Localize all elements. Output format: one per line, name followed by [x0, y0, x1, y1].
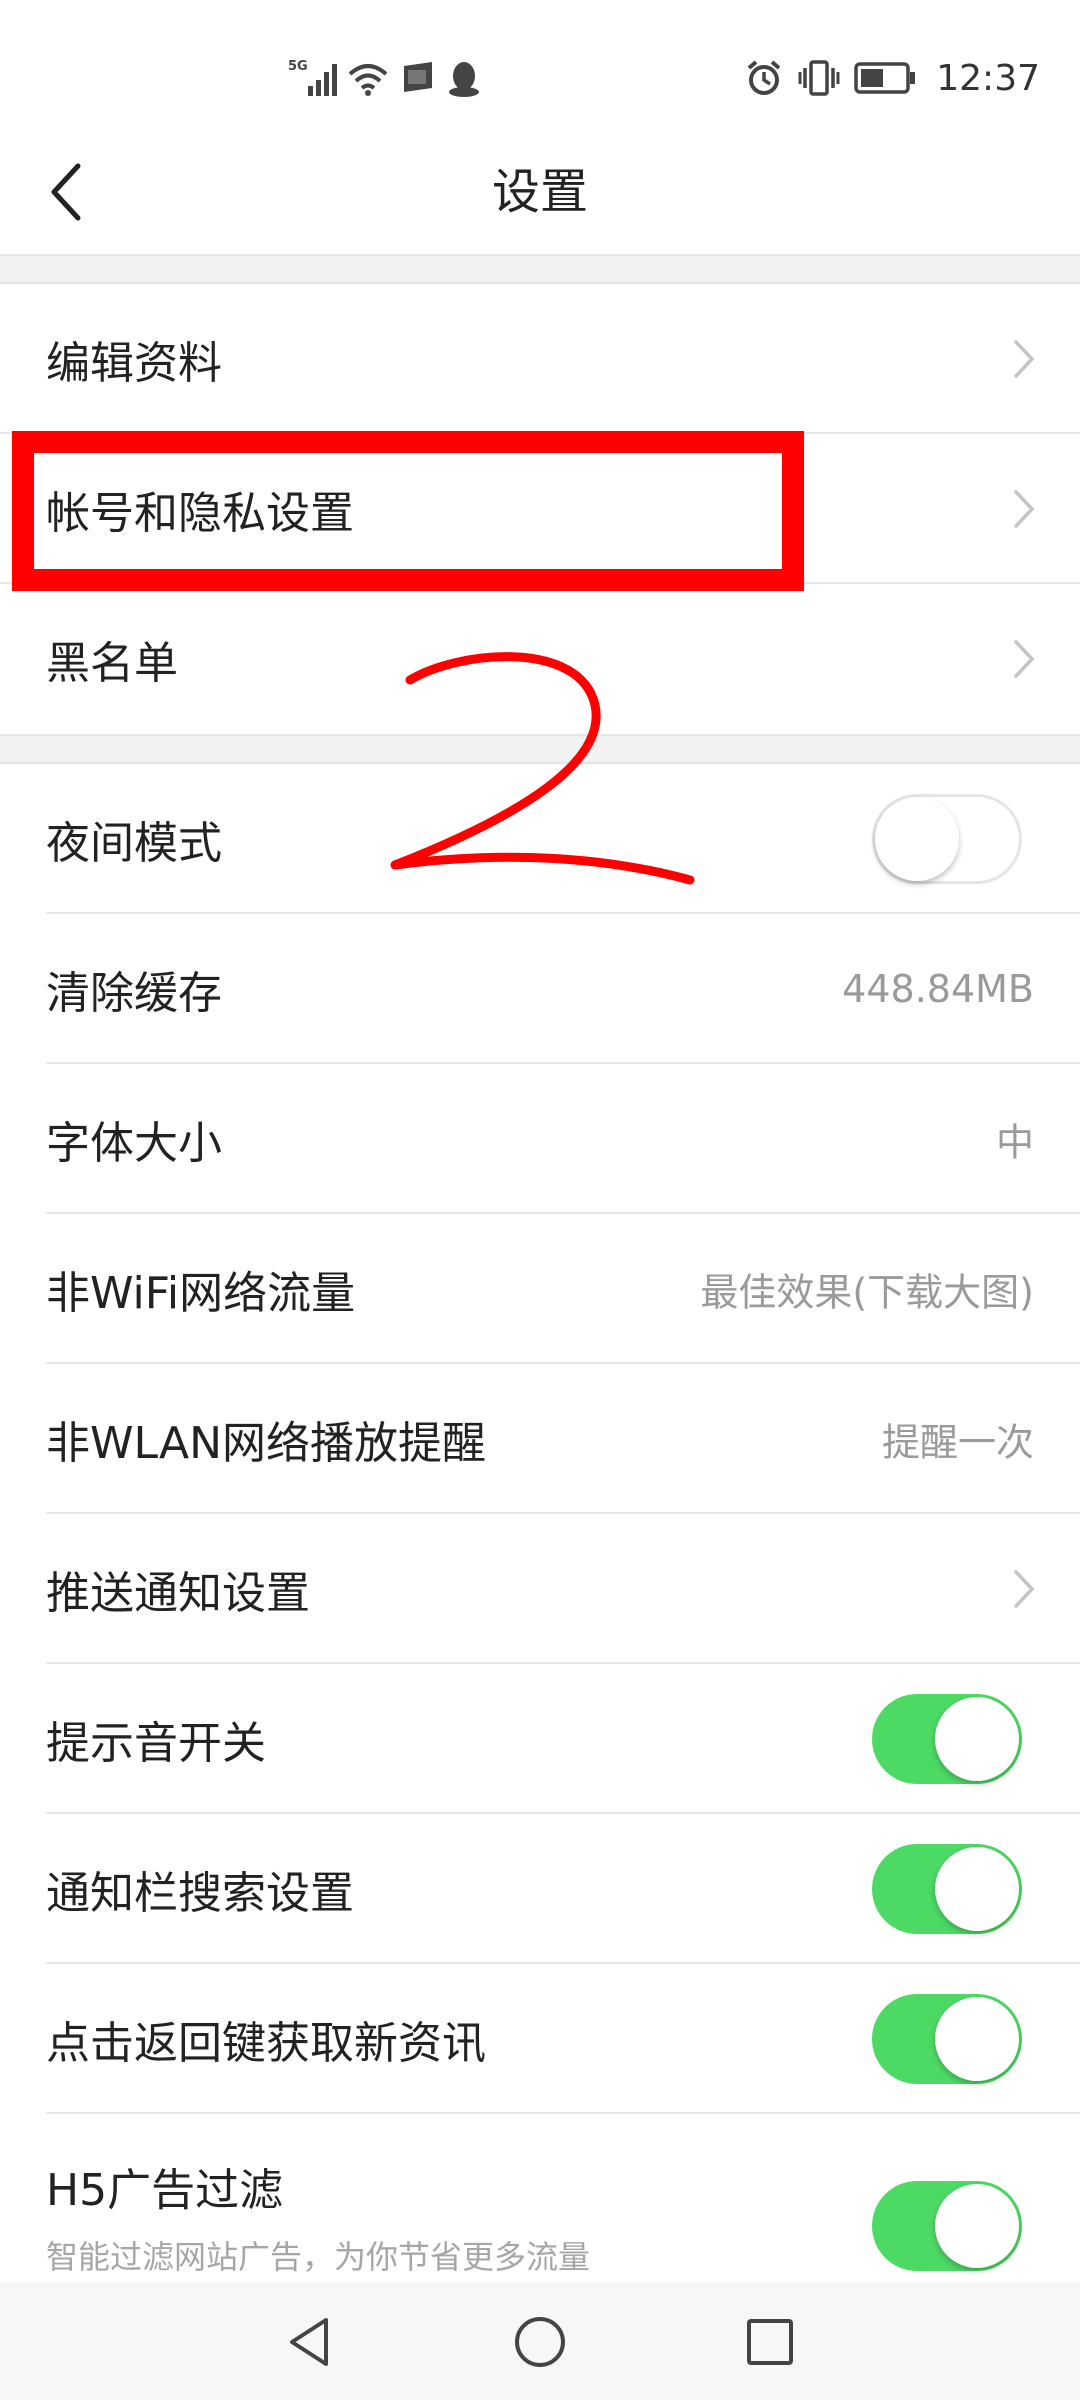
row-label: 通知栏搜索设置: [46, 1868, 354, 1919]
settings-row-non-wifi-traffic[interactable]: 非WiFi网络流量 最佳效果(下载大图): [0, 1214, 1080, 1364]
nav-back-button[interactable]: [270, 2302, 350, 2382]
row-label: 编辑资料: [46, 338, 222, 389]
chevron-right-icon: [1014, 1570, 1035, 1608]
status-right-icons: 12:37: [744, 56, 1040, 100]
annotation-highlight-box: [12, 431, 804, 591]
nav-back-icon: [290, 2318, 328, 2366]
cache-size-value: 448.84MB: [842, 967, 1034, 1011]
chevron-right-icon: [1014, 340, 1035, 378]
notification-search-toggle[interactable]: [872, 1844, 1022, 1934]
non-wlan-playback-value: 提醒一次: [881, 1420, 1034, 1465]
row-label: 非WiFi网络流量: [46, 1268, 356, 1319]
nav-home-icon: [515, 2317, 565, 2367]
svg-text:5G: 5G: [288, 59, 308, 74]
back-key-refresh-toggle[interactable]: [872, 1994, 1022, 2084]
font-size-value: 中: [995, 1120, 1034, 1165]
row-label: 字体大小: [46, 1118, 222, 1169]
settings-row-h5-ad-filter[interactable]: H5广告过滤 智能过滤网站广告，为你节省更多流量: [0, 2114, 1080, 2284]
vibrate-icon: [798, 60, 840, 96]
non-wifi-traffic-value: 最佳效果(下载大图): [700, 1270, 1034, 1315]
signal-icon: 5G: [288, 59, 337, 96]
settings-row-back-key-refresh[interactable]: 点击返回键获取新资讯: [0, 1964, 1080, 2114]
status-time: 12:37: [936, 57, 1040, 99]
row-sublabel: 智能过滤网站广告，为你节省更多流量: [46, 2238, 591, 2276]
h5-ad-filter-toggle[interactable]: [872, 2181, 1022, 2271]
row-label: 推送通知设置: [46, 1568, 310, 1619]
chevron-right-icon: [1014, 640, 1035, 678]
page-title: 设置: [491, 164, 588, 220]
alarm-icon: [747, 60, 781, 95]
toggle-knob: [935, 1697, 1019, 1781]
sound-toggle[interactable]: [872, 1694, 1022, 1784]
screen-cast-icon: [404, 62, 432, 92]
settings-row-non-wlan-playback[interactable]: 非WLAN网络播放提醒 提醒一次: [0, 1364, 1080, 1514]
row-label: 提示音开关: [46, 1718, 266, 1769]
settings-row-notification-search[interactable]: 通知栏搜索设置: [0, 1814, 1080, 1964]
toggle-knob: [935, 1847, 1019, 1931]
battery-icon: [854, 62, 916, 94]
wifi-icon: [348, 64, 388, 96]
toggle-knob: [935, 2184, 1019, 2268]
chevron-right-icon: [1014, 490, 1035, 528]
system-nav-bar: [0, 2282, 1080, 2400]
row-label: 点击返回键获取新资讯: [46, 2018, 486, 2069]
status-left-icons: 5G: [288, 58, 482, 98]
toggle-knob: [935, 1997, 1019, 2081]
row-label: 非WLAN网络播放提醒: [46, 1418, 487, 1469]
settings-row-push-notifications[interactable]: 推送通知设置: [0, 1514, 1080, 1664]
night-mode-toggle[interactable]: [872, 794, 1022, 884]
settings-screen: 5G 12:37 设置 编辑资料 帐号和隐私设置 黑名单 夜间模式 清除缓存 4…: [0, 0, 1080, 2400]
row-label: 清除缓存: [46, 968, 222, 1019]
nav-home-button[interactable]: [500, 2302, 580, 2382]
row-label: 夜间模式: [46, 818, 222, 869]
section-gap: [0, 254, 1080, 284]
title-bar: 设置: [0, 130, 1080, 254]
nav-recents-button[interactable]: [730, 2302, 810, 2382]
qq-icon: [449, 62, 479, 97]
row-label: 黑名单: [46, 638, 178, 689]
row-label: H5广告过滤: [46, 2165, 284, 2216]
nav-recents-icon: [747, 2319, 793, 2365]
settings-row-sound-switch[interactable]: 提示音开关: [0, 1664, 1080, 1814]
annotation-number-2: 2: [390, 652, 695, 885]
toggle-knob: [875, 797, 959, 881]
settings-row-edit-profile[interactable]: 编辑资料: [0, 284, 1080, 434]
settings-row-font-size[interactable]: 字体大小 中: [0, 1064, 1080, 1214]
settings-row-clear-cache[interactable]: 清除缓存 448.84MB: [0, 914, 1080, 1064]
